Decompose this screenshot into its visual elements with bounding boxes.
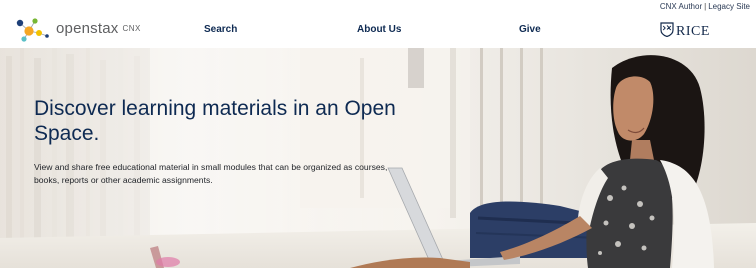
hero-banner: Discover learning materials in an Open S…: [0, 48, 756, 268]
brand-name: openstax: [56, 19, 119, 37]
utility-separator: |: [704, 2, 707, 11]
rice-shield-icon: [660, 22, 674, 42]
brand-product: CNX: [122, 24, 141, 33]
hero-title: Discover learning materials in an Open S…: [34, 97, 396, 145]
rice-logo[interactable]: RICE: [660, 22, 710, 42]
cnx-author-link[interactable]: CNX Author: [660, 2, 702, 11]
rice-name: RICE: [676, 24, 710, 39]
hero-photo: [0, 48, 756, 268]
hero-description: View and share free educational material…: [34, 162, 388, 185]
legacy-site-link[interactable]: Legacy Site: [708, 2, 750, 11]
page: CNX Author | Legacy Site openstax CNX Se…: [0, 0, 756, 268]
nav-about-us[interactable]: About Us: [357, 24, 401, 36]
utility-links: CNX Author | Legacy Site: [660, 2, 750, 11]
openstax-dots-icon: [12, 14, 52, 42]
nav-search[interactable]: Search: [204, 24, 237, 36]
nav-give[interactable]: Give: [519, 24, 541, 36]
site-header: CNX Author | Legacy Site openstax CNX Se…: [0, 0, 756, 48]
openstax-cnx-logo[interactable]: openstax CNX: [12, 14, 141, 42]
